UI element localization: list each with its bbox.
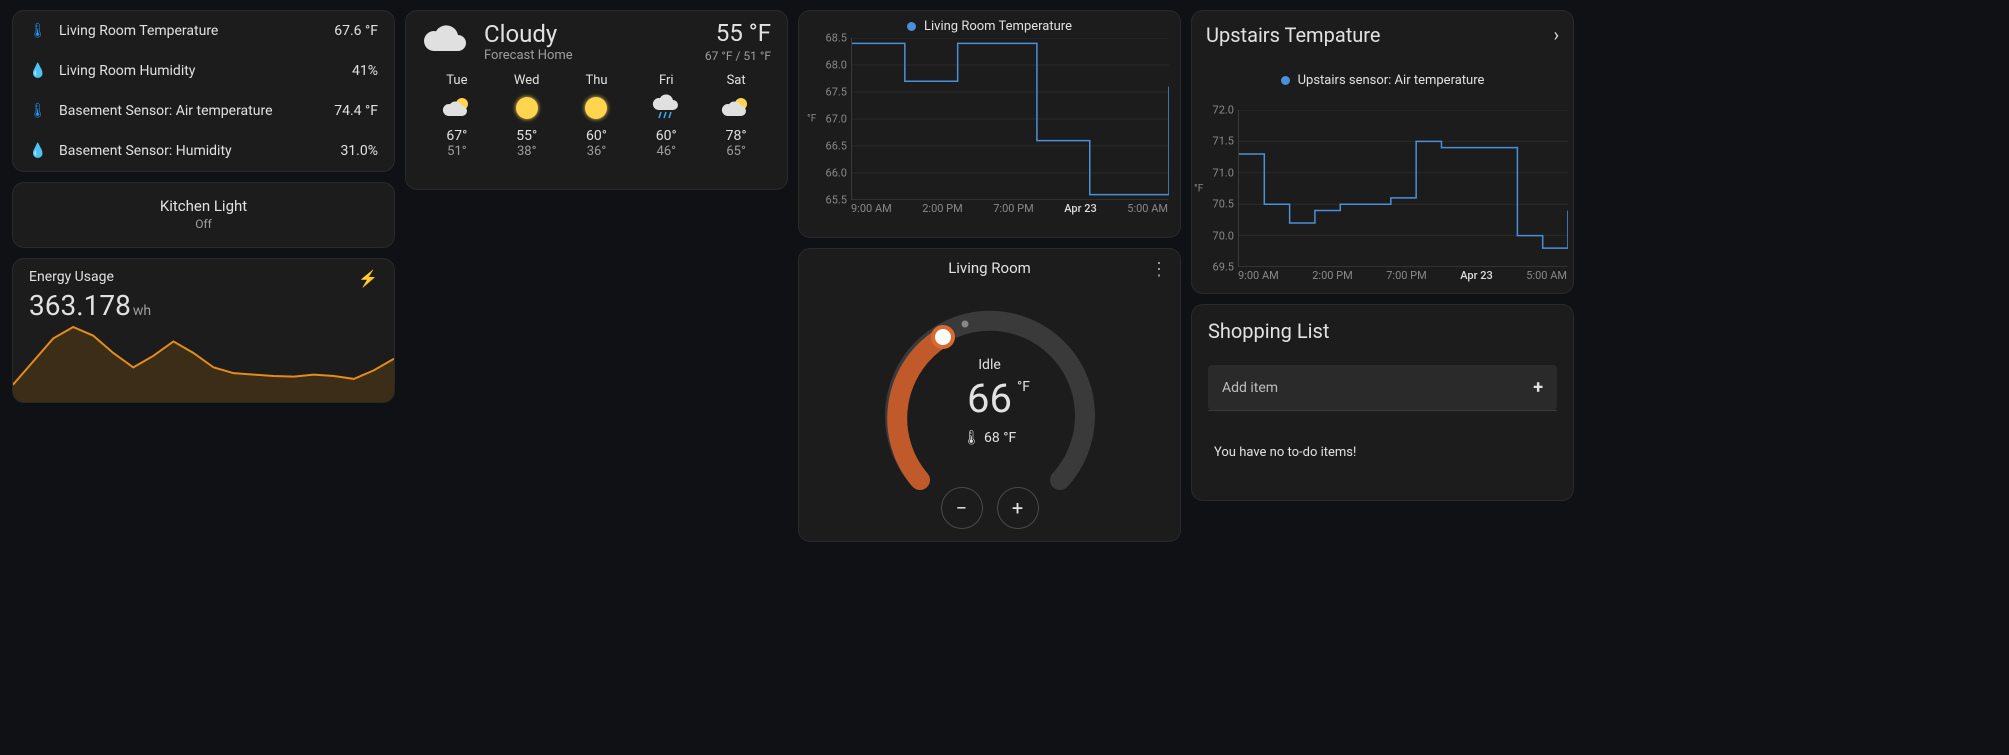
- forecast-day[interactable]: Thu 60° 36°: [562, 73, 632, 159]
- weather-condition: Cloudy: [484, 20, 691, 48]
- living-room-temp-chart[interactable]: Living Room Temperature 65.566.066.567.0…: [798, 10, 1181, 238]
- shopping-empty-text: You have no to-do items!: [1208, 445, 1557, 460]
- thermometer-icon: 🌡: [29, 23, 45, 39]
- sensor-name: Living Room Humidity: [59, 63, 338, 79]
- weather-partly-icon: [701, 94, 771, 122]
- water-drop-icon: 💧: [29, 63, 45, 79]
- thermostat-name: Living Room: [809, 259, 1170, 277]
- thermometer-icon: 🌡: [963, 430, 981, 446]
- thermostat-up-button[interactable]: +: [997, 487, 1039, 529]
- sensor-value: 41%: [352, 63, 378, 79]
- weather-card[interactable]: Cloudy Forecast Home 55 °F 67 °F / 51 °F…: [405, 10, 788, 190]
- forecast-day[interactable]: Fri 60° 46°: [631, 73, 701, 159]
- forecast-day[interactable]: Tue 67° 51°: [422, 73, 492, 159]
- water-drop-icon: 💧: [29, 143, 45, 159]
- sensor-value: 67.6 °F: [334, 23, 378, 39]
- kitchen-light-title: Kitchen Light: [13, 197, 394, 215]
- more-vert-icon[interactable]: ⋮: [1150, 259, 1168, 280]
- energy-title: Energy Usage: [29, 269, 151, 285]
- sensor-row[interactable]: 💧 Basement Sensor: Humidity 31.0%: [13, 131, 394, 171]
- legend-dot-icon: [907, 22, 916, 31]
- flash-icon: ⚡: [358, 269, 378, 288]
- weather-partly-icon: [422, 94, 492, 122]
- energy-card[interactable]: Energy Usage 363.178wh ⚡: [12, 258, 395, 403]
- weather-rain-icon: [631, 94, 701, 122]
- legend-dot-icon: [1281, 76, 1290, 85]
- chevron-right-icon[interactable]: ›: [1554, 25, 1559, 46]
- sensor-row[interactable]: 🌡 Basement Sensor: Air temperature 74.4 …: [13, 91, 394, 131]
- thermostat-down-button[interactable]: −: [941, 487, 983, 529]
- forecast-day[interactable]: Wed 55° 38°: [492, 73, 562, 159]
- energy-value: 363.178wh: [29, 289, 151, 322]
- sensor-row[interactable]: 🌡 Living Room Temperature 67.6 °F: [13, 11, 394, 51]
- weather-location: Forecast Home: [484, 48, 691, 63]
- thermostat-target: 🌡 68 °F: [865, 430, 1115, 446]
- thermometer-icon: 🌡: [29, 103, 45, 119]
- thermostat-state: Idle: [865, 357, 1115, 373]
- weather-current: 55 °F: [705, 19, 771, 47]
- sensor-name: Basement Sensor: Air temperature: [59, 103, 320, 119]
- upstairs-temp-card[interactable]: Upstairs Tempature › Upstairs sensor: Ai…: [1191, 10, 1574, 294]
- forecast-day[interactable]: Sat 78° 65°: [701, 73, 771, 159]
- add-item-input[interactable]: Add item +: [1208, 365, 1557, 410]
- thermostat-card[interactable]: Living Room ⋮ Idle 66°F 🌡 68 °F − +: [798, 248, 1181, 542]
- sensor-name: Basement Sensor: Humidity: [59, 143, 326, 159]
- upstairs-title: Upstairs Tempature: [1206, 23, 1380, 47]
- shopping-list-card: Shopping List Add item + You have no to-…: [1191, 304, 1574, 501]
- kitchen-light-state: Off: [13, 217, 394, 231]
- shopping-title: Shopping List: [1208, 319, 1557, 343]
- weather-sunny-icon: [562, 94, 632, 122]
- sensor-value: 74.4 °F: [334, 103, 378, 119]
- sensors-card: 🌡 Living Room Temperature 67.6 °F💧 Livin…: [12, 10, 395, 172]
- weather-hilo: 67 °F / 51 °F: [705, 49, 771, 63]
- sensor-row[interactable]: 💧 Living Room Humidity 41%: [13, 51, 394, 91]
- kitchen-light-card[interactable]: Kitchen Light Off: [12, 182, 395, 248]
- cloud-icon: [422, 21, 470, 61]
- sensor-value: 31.0%: [340, 143, 378, 159]
- sensor-name: Living Room Temperature: [59, 23, 320, 39]
- plus-icon[interactable]: +: [1533, 377, 1543, 398]
- weather-sunny-icon: [492, 94, 562, 122]
- energy-sparkline: [13, 322, 394, 402]
- thermostat-current: 66°F: [967, 375, 1012, 422]
